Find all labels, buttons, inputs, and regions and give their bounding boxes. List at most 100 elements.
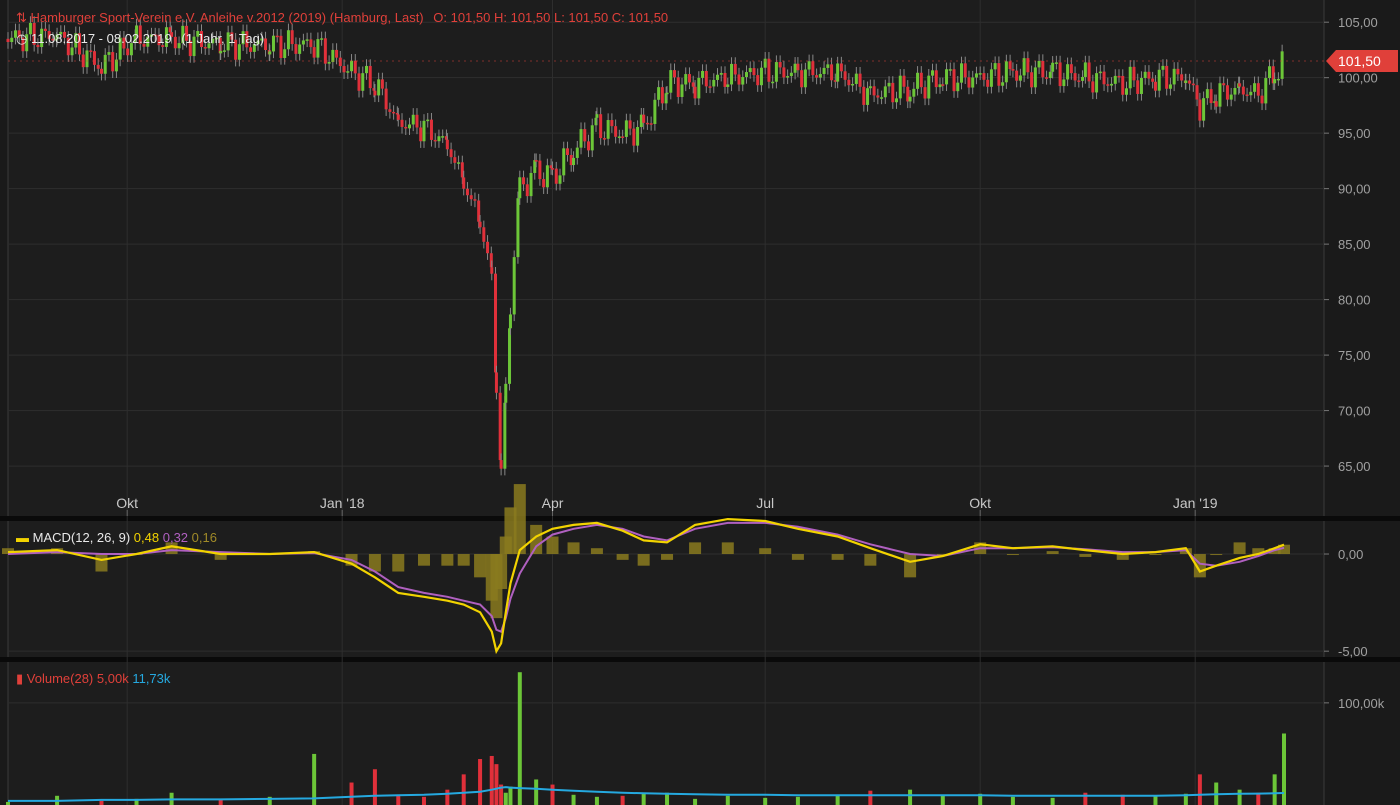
- candle-down: [1030, 72, 1034, 88]
- candle-up: [1098, 71, 1102, 74]
- candle-down: [478, 221, 482, 228]
- x-tick-label: Okt: [116, 495, 138, 511]
- panel-separator-1[interactable]: [0, 516, 1400, 521]
- candle-down: [642, 114, 646, 123]
- plot-area: [8, 0, 1324, 805]
- candle-up: [974, 73, 978, 78]
- candle-up: [793, 63, 797, 73]
- candle-up: [512, 257, 516, 315]
- candle-up: [286, 30, 290, 50]
- x-tick-label: Jan '18: [320, 495, 365, 511]
- candle-down: [934, 70, 938, 88]
- candle-down: [99, 68, 103, 74]
- period-interval: (1 Jahr, 1 Tag): [181, 31, 265, 46]
- macd-histogram-bar: [441, 554, 454, 566]
- candle-up: [606, 120, 610, 139]
- volume-legend: ▮ Volume(28) 5,00k 11,73k: [16, 671, 170, 687]
- candle-up: [1233, 87, 1237, 95]
- macd-histogram-bar: [1210, 554, 1223, 556]
- volume-bar: [763, 797, 768, 805]
- candle-up: [504, 383, 508, 403]
- candle-down: [1225, 85, 1229, 100]
- candle-up: [854, 73, 858, 84]
- candle-up: [316, 39, 320, 58]
- volume-bar: [594, 796, 599, 805]
- macd-histogram-bar: [721, 542, 734, 555]
- candle-down: [602, 138, 606, 140]
- candle-up: [927, 75, 931, 99]
- candle-up: [744, 72, 748, 78]
- panel-separator-2[interactable]: [0, 657, 1400, 662]
- candle-down: [449, 149, 453, 158]
- candle-up: [441, 136, 445, 138]
- volume-bar: [508, 786, 513, 805]
- candle-up: [422, 120, 426, 142]
- candle-up: [938, 84, 942, 88]
- candle-up: [712, 79, 716, 87]
- candle-down: [1058, 62, 1062, 87]
- candle-up: [1033, 67, 1037, 88]
- candle-down: [1176, 68, 1180, 75]
- candle-down: [388, 109, 392, 112]
- candle-down: [1045, 77, 1049, 79]
- candle-down: [404, 126, 408, 129]
- candle-down: [1245, 94, 1249, 97]
- candle-up: [945, 69, 949, 85]
- candle-up: [771, 81, 775, 84]
- macd-histogram-bar: [392, 554, 405, 572]
- candle-up: [1113, 75, 1117, 84]
- candle-down: [1136, 80, 1140, 94]
- candle-up: [1037, 60, 1041, 68]
- candle-up: [1202, 98, 1206, 121]
- macd-histogram-bar: [864, 554, 877, 566]
- candle-up: [1128, 66, 1132, 89]
- candle-up: [1161, 65, 1165, 70]
- candle-down: [275, 35, 279, 38]
- candle-down: [1198, 99, 1202, 121]
- candle-down: [1041, 60, 1045, 78]
- candle-up: [617, 136, 621, 138]
- macd-histogram-bar: [616, 554, 629, 560]
- candle-down: [384, 88, 388, 110]
- candle-up: [1268, 66, 1272, 79]
- candle-up: [508, 328, 512, 384]
- candle-up: [575, 147, 579, 158]
- candle-up: [346, 71, 350, 73]
- candle-down: [538, 160, 542, 180]
- macd-histogram-bar: [904, 554, 917, 578]
- candle-up: [411, 114, 415, 125]
- candle-up: [868, 86, 872, 89]
- x-tick-label: Jul: [756, 495, 774, 511]
- candle-down: [1191, 83, 1195, 86]
- candle-down: [599, 114, 603, 139]
- candle-up: [993, 63, 997, 70]
- candle-up: [880, 97, 884, 99]
- candle-down: [891, 82, 895, 103]
- last-price-label: 101,50: [1338, 53, 1381, 69]
- candle-down: [704, 70, 708, 87]
- macd-y-tick-label: 0,00: [1338, 547, 1363, 562]
- candle-up: [669, 70, 673, 93]
- candle-up: [331, 49, 335, 63]
- macd-histogram-bar: [1046, 551, 1059, 555]
- volume-bar: [372, 769, 377, 805]
- candle-down: [92, 51, 96, 65]
- volume-bar: [908, 789, 913, 805]
- candle-up: [1139, 77, 1143, 94]
- candle-up: [437, 136, 441, 142]
- candle-up: [595, 114, 599, 118]
- candle-up: [818, 73, 822, 78]
- macd-histogram-bar: [513, 484, 526, 555]
- candle-down: [1106, 84, 1110, 86]
- candle-down: [1102, 71, 1106, 85]
- candle-down: [357, 73, 361, 91]
- instrument-title: Hamburger Sport-Verein e.V. Anleihe v.20…: [30, 10, 424, 25]
- candle-down: [811, 61, 815, 76]
- candle-down: [1015, 70, 1019, 81]
- volume-title: Volume(28): [26, 671, 94, 686]
- volume-ma-value: 11,73k: [132, 671, 171, 686]
- candle-down: [353, 60, 357, 74]
- candle-up: [222, 50, 226, 52]
- volume-bar: [1272, 774, 1277, 805]
- candle-down: [610, 120, 614, 127]
